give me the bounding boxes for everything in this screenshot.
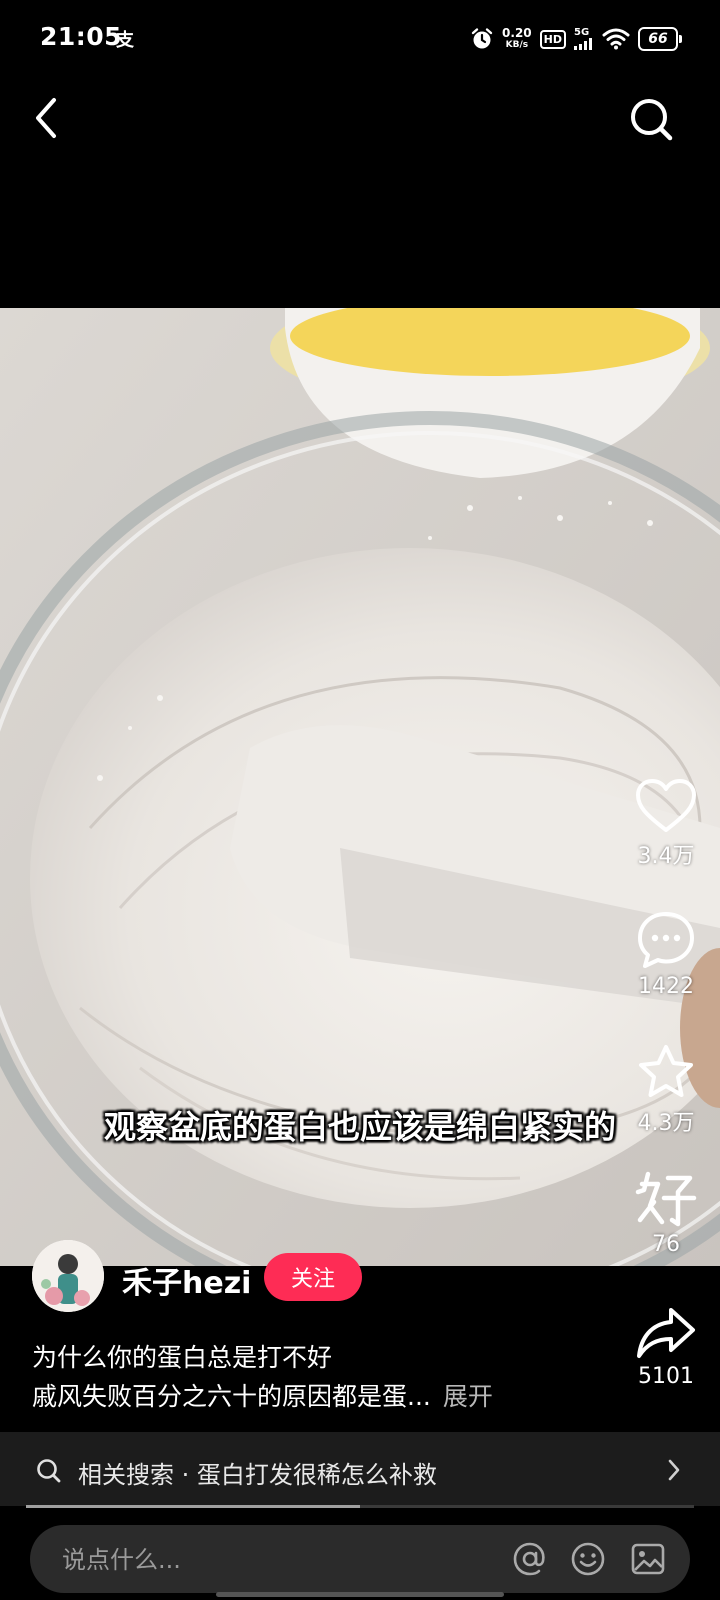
playback-progress-fill [26,1505,360,1508]
author-avatar[interactable] [32,1240,104,1312]
network-speed-unit: KB/s [505,40,529,50]
comment-count: 1422 [638,974,694,999]
avatar-illustration [32,1240,104,1312]
share-button[interactable]: 5101 [622,1306,710,1389]
search-button[interactable] [628,96,676,144]
chevron-left-icon [36,98,56,138]
related-search-bar[interactable]: 相关搜索 · 蛋白打发很稀怎么补救 [0,1432,720,1506]
home-indicator [216,1592,504,1597]
back-button[interactable] [26,96,70,140]
like-button[interactable]: 3.4万 [622,778,710,870]
recommend-hao-icon [635,1171,697,1227]
network-type: 5G [574,27,590,38]
recommend-count: 76 [652,1232,680,1257]
share-count: 5101 [638,1364,694,1389]
status-icons: 0.20 KB/s HD 5G 66 [470,22,682,56]
video-title: 为什么你的蛋白总是打不好 [32,1343,333,1372]
image-icon [631,1543,665,1575]
expand-link[interactable]: 展开 [443,1377,493,1413]
battery-level: 66 [648,31,668,47]
battery-icon: 66 [638,27,682,51]
status-bar: 21:05 支 0.20 KB/s HD 5G 66 [0,0,720,80]
chevron-right-icon [668,1459,680,1481]
wifi-icon [602,28,630,50]
video-description: 戚风失败百分之六十的原因都是蛋... 展开 [32,1377,493,1413]
favorite-button[interactable]: 4.3万 [622,1043,710,1137]
signal-bars-icon [574,38,592,50]
author-name[interactable]: 禾子hezi [122,1258,251,1302]
status-time: 21:05 [40,22,123,51]
share-arrow-icon [637,1308,695,1358]
alipay-notification-icon: 支 [116,30,134,51]
mention-button[interactable] [512,1541,548,1577]
playback-progress-bar[interactable] [26,1505,694,1508]
emoji-icon [571,1542,605,1576]
video-subtitle: 观察盆底的蛋白也应该是绵白紧实的 [103,1108,616,1146]
heart-icon [636,779,696,832]
follow-button[interactable]: 关注 [264,1253,362,1301]
description-text: 戚风失败百分之六十的原因都是蛋... [32,1382,431,1411]
like-count: 3.4万 [637,844,695,869]
emoji-button[interactable] [570,1541,606,1577]
at-sign-icon [513,1542,545,1576]
alarm-icon [471,28,493,49]
star-icon [639,1045,693,1097]
hd-badge: HD [539,29,566,49]
search-icon [631,99,673,141]
recommend-button[interactable]: 76 [622,1170,710,1257]
related-search-text: 相关搜索 · 蛋白打发很稀怎么补救 [78,1461,437,1489]
search-icon [37,1459,61,1483]
image-button[interactable] [630,1541,666,1577]
comment-input[interactable] [60,1525,504,1595]
network-speed-value: 0.20 [502,26,532,40]
comment-bubble-icon [638,912,694,968]
cellular-signal-icon: 5G [574,28,594,50]
favorite-count: 4.3万 [637,1111,695,1136]
comment-button[interactable]: 1422 [622,910,710,999]
comment-input-bar [30,1525,690,1595]
network-speed: 0.20 KB/s [502,27,532,51]
